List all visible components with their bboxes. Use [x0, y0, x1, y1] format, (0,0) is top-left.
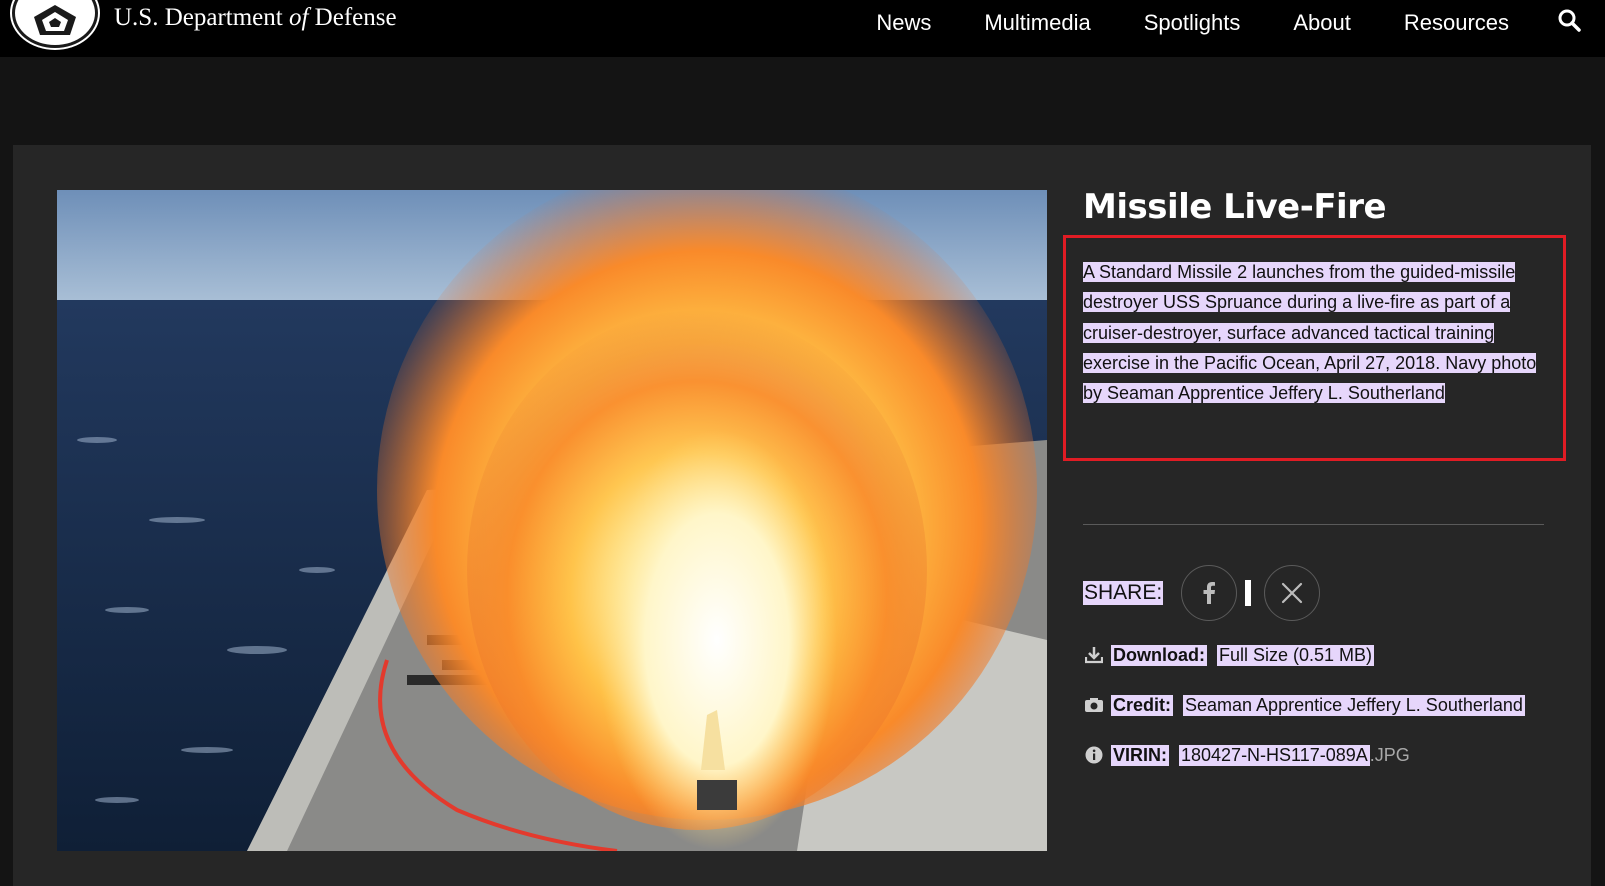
virin-row: VIRIN: 180427-N-HS117-089A .JPG	[1083, 744, 1410, 766]
download-row: Download: Full Size (0.51 MB)	[1083, 644, 1375, 666]
image-description-text: A Standard Missile 2 launches from the g…	[1083, 262, 1537, 404]
virin-value: 180427-N-HS117-089A	[1179, 744, 1370, 766]
share-row: SHARE:	[1083, 565, 1321, 621]
info-icon	[1083, 744, 1105, 766]
x-share-button[interactable]	[1264, 565, 1321, 621]
share-separator	[1245, 580, 1252, 606]
divider	[1083, 524, 1544, 525]
main-nav: News Multimedia Spotlights About Resourc…	[876, 0, 1605, 45]
nav-item-about[interactable]: About	[1293, 10, 1351, 36]
camera-icon	[1083, 694, 1105, 716]
nav-item-resources[interactable]: Resources	[1404, 10, 1509, 36]
site-title-italic: of	[288, 4, 309, 31]
search-icon[interactable]	[1557, 8, 1581, 37]
top-navigation-bar: U.S. Department of Defense News Multimed…	[0, 0, 1605, 57]
site-title-pre: U.S. Department	[114, 4, 289, 31]
site-title[interactable]: U.S. Department of Defense	[114, 4, 397, 32]
nav-item-news[interactable]: News	[876, 10, 931, 36]
image-description: A Standard Missile 2 launches from the g…	[1083, 257, 1543, 408]
credit-value: Seaman Apprentice Jeffery L. Southerland	[1183, 694, 1525, 716]
page-title: Missile Live-Fire	[1083, 187, 1387, 227]
download-icon	[1083, 644, 1105, 666]
virin-file-extension: .JPG	[1369, 744, 1410, 765]
site-title-post: Defense	[308, 4, 397, 31]
share-label: SHARE:	[1083, 581, 1164, 605]
image-detail-panel: Missile Live-Fire A Standard Missile 2 l…	[13, 145, 1591, 886]
nav-item-multimedia[interactable]: Multimedia	[984, 10, 1090, 36]
credit-row: Credit: Seaman Apprentice Jeffery L. Sou…	[1083, 694, 1525, 716]
download-full-size-link[interactable]: Full Size (0.51 MB)	[1217, 644, 1375, 666]
credit-label: Credit:	[1111, 694, 1173, 716]
facebook-share-button[interactable]	[1181, 565, 1238, 621]
nav-item-spotlights[interactable]: Spotlights	[1144, 10, 1241, 36]
virin-label: VIRIN:	[1111, 744, 1169, 766]
pentagon-seal-logo[interactable]	[12, 0, 98, 48]
x-icon	[1282, 582, 1303, 604]
download-label: Download:	[1111, 644, 1207, 666]
image-info: Missile Live-Fire A Standard Missile 2 l…	[1063, 187, 1566, 766]
missile-launch-photo[interactable]	[57, 190, 1047, 851]
facebook-icon	[1203, 582, 1216, 604]
